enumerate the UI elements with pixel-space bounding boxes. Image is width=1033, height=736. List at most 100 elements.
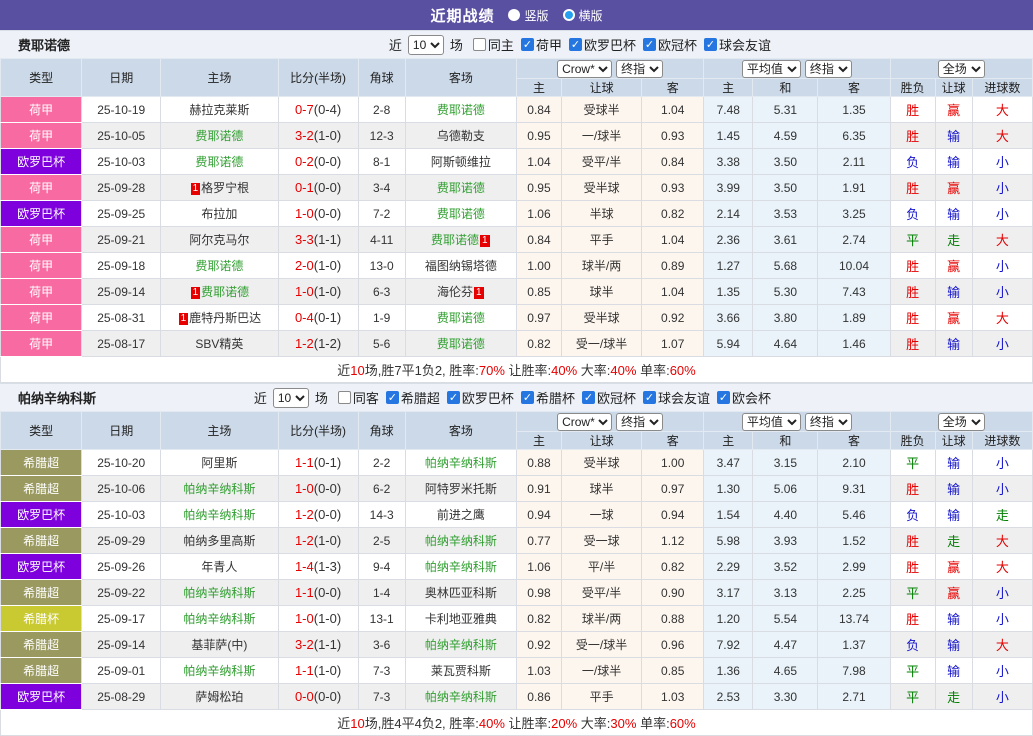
crow-company-select[interactable]: Crow* [557, 413, 612, 431]
match-row: 荷甲25-08-311鹿特丹斯巴达0-4(0-1)1-9费耶诺德0.97受半球0… [1, 305, 1033, 331]
sub-column-header: 客 [642, 79, 704, 97]
corner-score: 5-6 [358, 331, 405, 357]
avg-home-odds: 2.53 [704, 684, 753, 710]
league-filter-checkbox[interactable]: ✓ [569, 38, 582, 51]
league-filter-checkbox[interactable]: ✓ [643, 391, 656, 404]
avg-home-odds: 1.36 [704, 658, 753, 684]
score: 1-0(0-0) [278, 476, 358, 502]
score: 1-0(1-0) [278, 279, 358, 305]
same-home-checkbox[interactable] [473, 38, 486, 51]
red-card-badge: 1 [191, 183, 201, 195]
fulltime-score: 0-0 [295, 689, 314, 704]
avg-index-select[interactable]: 终指 [805, 413, 852, 431]
crow-home-odds: 0.85 [516, 279, 561, 305]
league-filter-checkbox[interactable]: ✓ [704, 38, 717, 51]
league-filter-checkbox[interactable]: ✓ [447, 391, 460, 404]
avg-home-odds: 1.20 [704, 606, 753, 632]
crow-index-select[interactable]: 终指 [616, 60, 663, 78]
score: 1-0(0-0) [278, 201, 358, 227]
team-name-text: 阿尔克马尔 [189, 233, 249, 247]
avg-draw-odds: 3.61 [753, 227, 818, 253]
home-team: SBV精英 [161, 331, 278, 357]
sub-column-header: 主 [516, 79, 561, 97]
league-filter-checkbox[interactable]: ✓ [717, 391, 730, 404]
halftime-score: (0-1) [314, 455, 341, 470]
column-header: 比分(半场) [278, 59, 358, 97]
league-filter-checkbox[interactable]: ✓ [582, 391, 595, 404]
fulltime-score: 0-2 [295, 154, 314, 169]
recent-count-select[interactable]: 10 [408, 35, 444, 55]
match-date: 25-09-26 [82, 554, 161, 580]
match-date: 25-09-18 [82, 253, 161, 279]
league-filter-checkbox[interactable]: ✓ [386, 391, 399, 404]
home-team: 帕纳辛纳科斯 [161, 502, 278, 528]
sub-column-header: 让球 [935, 79, 972, 97]
summary-part: 场,胜4平4负2, 胜率: [365, 716, 479, 731]
result-handicap: 输 [935, 450, 972, 476]
corner-score: 1-9 [358, 305, 405, 331]
crow-index-select[interactable]: 终指 [616, 413, 663, 431]
summary-row: 近10场,胜7平1负2, 胜率:70% 让胜率:40% 大率:40% 单率:60… [1, 357, 1033, 383]
summary-part: 让胜率: [505, 363, 551, 378]
avg-home-odds: 7.92 [704, 632, 753, 658]
match-date: 25-10-19 [82, 97, 161, 123]
radio-option-vertical[interactable]: 竖版 [508, 7, 548, 24]
avg-draw-odds: 5.31 [753, 97, 818, 123]
avg-away-odds: 3.25 [818, 201, 890, 227]
crow-away-odds: 1.00 [642, 450, 704, 476]
radio-vertical-icon[interactable] [508, 9, 520, 21]
avg-away-odds: 5.46 [818, 502, 890, 528]
match-row: 欧罗巴杯25-10-03帕纳辛纳科斯1-2(0-0)14-3前进之鹰0.94一球… [1, 502, 1033, 528]
column-header: 角球 [358, 412, 405, 450]
away-team: 阿斯顿维拉 [405, 149, 516, 175]
crow-home-odds: 0.77 [516, 528, 561, 554]
league-badge: 欧罗巴杯 [1, 554, 82, 580]
result-wdl: 负 [890, 149, 935, 175]
league-filter-checkbox[interactable]: ✓ [521, 38, 534, 51]
sub-column-header: 和 [753, 432, 818, 450]
result-goals: 小 [972, 476, 1032, 502]
scope-select[interactable]: 全场 [938, 413, 985, 431]
crow-home-odds: 1.06 [516, 554, 561, 580]
radio-horizontal-icon[interactable] [563, 9, 575, 21]
avg-home-odds: 1.54 [704, 502, 753, 528]
result-handicap: 赢 [935, 305, 972, 331]
team-name-text: 阿斯顿维拉 [431, 155, 491, 169]
radio-option-horizontal[interactable]: 横版 [563, 7, 603, 24]
away-team: 费耶诺德1 [405, 227, 516, 253]
scope-select[interactable]: 全场 [938, 60, 985, 78]
crow-away-odds: 0.96 [642, 632, 704, 658]
avg-away-odds: 2.11 [818, 149, 890, 175]
score: 2-0(1-0) [278, 253, 358, 279]
result-handicap: 输 [935, 476, 972, 502]
home-team: 阿里斯 [161, 450, 278, 476]
match-row: 荷甲25-10-05费耶诺德3-2(1-0)12-3乌德勒支0.95一/球半0.… [1, 123, 1033, 149]
sub-column-header: 让球 [562, 79, 642, 97]
recent-count-select[interactable]: 10 [273, 388, 309, 408]
same-away-checkbox[interactable] [338, 391, 351, 404]
home-team: 1费耶诺德 [161, 279, 278, 305]
avg-index-select[interactable]: 终指 [805, 60, 852, 78]
team-section: 帕纳辛纳科斯近10场同客✓希腊超✓欧罗巴杯✓希腊杯✓欧冠杯✓球会友谊✓欧会杯类型… [0, 383, 1033, 736]
result-goals: 大 [972, 123, 1032, 149]
avg-away-odds: 1.91 [818, 175, 890, 201]
crow-away-odds: 0.82 [642, 554, 704, 580]
avg-company-select[interactable]: 平均值 [742, 413, 801, 431]
summary-part: 40% [479, 716, 505, 731]
league-filter-checkbox[interactable]: ✓ [643, 38, 656, 51]
avg-company-select[interactable]: 平均值 [742, 60, 801, 78]
corner-score: 2-2 [358, 450, 405, 476]
result-goals: 大 [972, 528, 1032, 554]
away-team: 前进之鹰 [405, 502, 516, 528]
avg-draw-odds: 4.40 [753, 502, 818, 528]
result-wdl: 胜 [890, 123, 935, 149]
team-name-text: SBV精英 [195, 337, 243, 351]
crow-away-odds: 0.93 [642, 175, 704, 201]
crow-home-odds: 0.86 [516, 684, 561, 710]
sub-column-header: 客 [818, 79, 890, 97]
handicap-line: 半球 [562, 201, 642, 227]
result-wdl: 胜 [890, 305, 935, 331]
halftime-score: (1-2) [314, 336, 341, 351]
league-filter-checkbox[interactable]: ✓ [521, 391, 534, 404]
crow-company-select[interactable]: Crow* [557, 60, 612, 78]
